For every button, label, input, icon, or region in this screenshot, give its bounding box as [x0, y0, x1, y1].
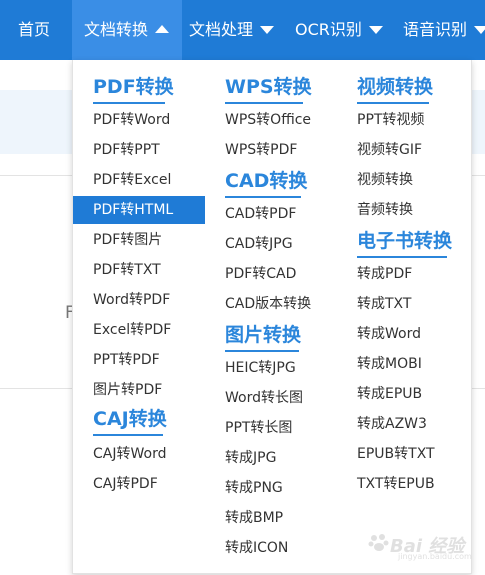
- menu-item-ppt-to-video[interactable]: PPT转视频: [357, 107, 424, 133]
- menu-item-pdf-to-cad[interactable]: PDF转CAD: [225, 261, 296, 287]
- menu-item-epub-to-txt[interactable]: EPUB转TXT: [357, 441, 435, 467]
- menu-item-ppt-to-pdf[interactable]: PPT转PDF: [93, 347, 160, 373]
- menu-item-to-bmp[interactable]: 转成BMP: [225, 505, 283, 531]
- menu-item-to-pdf[interactable]: 转成PDF: [357, 261, 412, 287]
- nav-label: OCR识别: [295, 20, 362, 39]
- page: F 首页 文档转换 文档处理 OCR识别 语音识别 PDF转换 PDF转Word…: [0, 0, 485, 575]
- nav-doc-convert[interactable]: 文档转换: [72, 0, 182, 60]
- menu-item-ppt-to-long-image[interactable]: PPT转长图: [225, 415, 292, 441]
- caret-up-icon: [155, 24, 170, 33]
- menu-item-wps-to-pdf[interactable]: WPS转PDF: [225, 137, 297, 163]
- nav-voice[interactable]: 语音识别: [403, 0, 485, 60]
- menu-item-caj-to-word[interactable]: CAJ转Word: [93, 441, 166, 467]
- menu-item-to-icon[interactable]: 转成ICON: [225, 535, 288, 561]
- menu-item-to-jpg[interactable]: 转成JPG: [225, 445, 276, 471]
- menu-item-to-word[interactable]: 转成Word: [357, 321, 421, 347]
- menu-item-pdf-to-excel[interactable]: PDF转Excel: [93, 167, 171, 193]
- nav-label: 文档转换: [84, 20, 149, 39]
- menu-item-to-epub[interactable]: 转成EPUB: [357, 381, 422, 407]
- menu-item-pdf-to-image[interactable]: PDF转图片: [93, 227, 162, 253]
- menu-item-cad-version-convert[interactable]: CAD版本转换: [225, 291, 311, 317]
- group-title-wps: WPS转换: [225, 72, 312, 104]
- menu-item-audio-convert[interactable]: 音频转换: [357, 197, 413, 223]
- nav-label: 语音识别: [403, 20, 468, 39]
- menu-item-video-convert[interactable]: 视频转换: [357, 167, 413, 193]
- watermark-url: jingyan.baidu.com: [398, 552, 472, 561]
- menu-item-cad-to-jpg[interactable]: CAD转JPG: [225, 231, 293, 257]
- menu-item-caj-to-pdf[interactable]: CAJ转PDF: [93, 471, 158, 497]
- nav-home[interactable]: 首页: [18, 0, 50, 60]
- menu-item-word-to-pdf[interactable]: Word转PDF: [93, 287, 170, 313]
- menu-item-pdf-to-ppt[interactable]: PDF转PPT: [93, 137, 160, 163]
- doc-convert-dropdown: PDF转换 PDF转Word PDF转PPT PDF转Excel PDF转HTM…: [72, 60, 472, 574]
- menu-item-txt-to-epub[interactable]: TXT转EPUB: [357, 471, 435, 497]
- nav-ocr[interactable]: OCR识别: [295, 0, 383, 60]
- top-nav: 首页 文档转换 文档处理 OCR识别 语音识别: [0, 0, 485, 60]
- menu-item-excel-to-pdf[interactable]: Excel转PDF: [93, 317, 171, 343]
- menu-item-video-to-gif[interactable]: 视频转GIF: [357, 137, 422, 163]
- nav-label: 首页: [18, 20, 51, 39]
- baidu-jingyan-watermark: Bai 经验 jingyan.baidu.com: [368, 528, 480, 568]
- nav-label: 文档处理: [189, 20, 254, 39]
- menu-item-to-png[interactable]: 转成PNG: [225, 475, 283, 501]
- menu-item-to-txt[interactable]: 转成TXT: [357, 291, 411, 317]
- menu-item-wps-to-office[interactable]: WPS转Office: [225, 107, 311, 133]
- caret-down-icon: [368, 25, 383, 34]
- group-title-image: 图片转换: [225, 320, 301, 352]
- group-title-ebook: 电子书转换: [357, 226, 452, 258]
- group-title-video: 视频转换: [357, 72, 433, 104]
- paw-icon: [368, 534, 389, 551]
- menu-item-pdf-to-txt[interactable]: PDF转TXT: [93, 257, 161, 283]
- menu-item-cad-to-pdf[interactable]: CAD转PDF: [225, 201, 296, 227]
- menu-item-pdf-to-word[interactable]: PDF转Word: [93, 107, 170, 133]
- menu-item-image-to-pdf[interactable]: 图片转PDF: [93, 377, 162, 403]
- menu-item-to-mobi[interactable]: 转成MOBI: [357, 351, 422, 377]
- menu-item-heic-to-jpg[interactable]: HEIC转JPG: [225, 355, 296, 381]
- menu-item-word-to-long-image[interactable]: Word转长图: [225, 385, 303, 411]
- group-title-caj: CAJ转换: [93, 404, 167, 436]
- menu-item-pdf-to-html[interactable]: PDF转HTML: [73, 196, 205, 224]
- menu-item-to-azw3[interactable]: 转成AZW3: [357, 411, 427, 437]
- group-title-pdf: PDF转换: [93, 72, 174, 104]
- caret-down-icon: [474, 25, 485, 34]
- caret-down-icon: [260, 25, 275, 34]
- group-title-cad: CAD转换: [225, 166, 307, 198]
- nav-doc-process[interactable]: 文档处理: [189, 0, 275, 60]
